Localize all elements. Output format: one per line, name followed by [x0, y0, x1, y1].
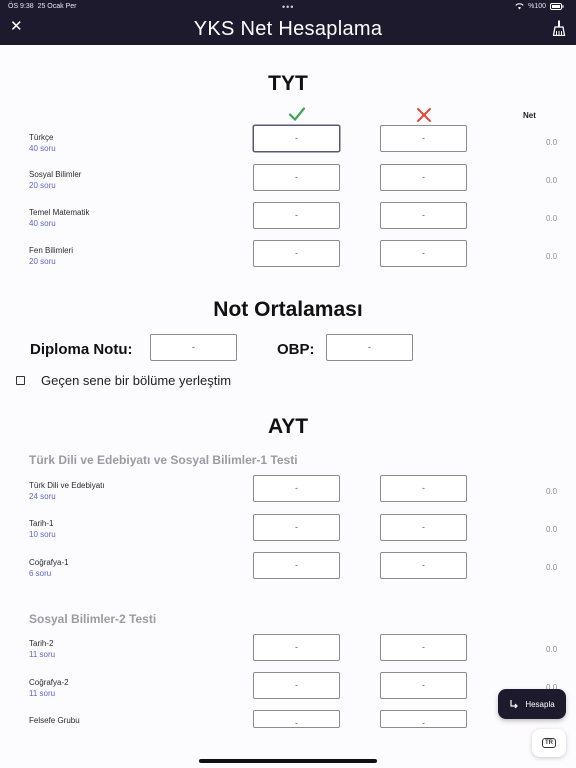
row-sub-tde: 24 soru: [29, 492, 56, 501]
row-sub-cografya2: 11 soru: [29, 689, 56, 698]
row-label-sosyal: Sosyal Bilimler: [29, 170, 82, 179]
diploma-label: Diploma Notu:: [30, 341, 133, 358]
group-title-tde-sb1: Türk Dili ve Edebiyatı ve Sosyal Bilimle…: [29, 453, 298, 467]
tde-correct-input[interactable]: -: [253, 475, 340, 502]
obp-input[interactable]: -: [326, 334, 413, 361]
row-sub-matematik: 40 soru: [29, 219, 56, 228]
cografya1-net-value: 0.0: [546, 563, 558, 572]
placed-last-year-label[interactable]: Geçen sene bir bölüme yerleştim: [41, 373, 231, 388]
tarih1-wrong-input[interactable]: -: [380, 514, 467, 541]
calculate-button[interactable]: Hesapla: [498, 689, 566, 719]
row-sub-tarih1: 10 soru: [29, 530, 56, 539]
tarih2-wrong-input[interactable]: -: [380, 634, 467, 661]
cografya1-wrong-input[interactable]: -: [380, 552, 467, 579]
row-sub-turkce: 40 soru: [29, 144, 56, 153]
net-column-header: Net: [523, 111, 536, 120]
status-time: ÖS 9:38 25 Ocak Per: [8, 3, 77, 10]
check-icon: [288, 107, 306, 122]
app-header: ÖS 9:38 25 Ocak Per ••• %100 ✕ YKS Net H…: [0, 0, 576, 45]
row-label-fen: Fen Bilimleri: [29, 246, 74, 255]
row-label-tarih1: Tarih-1: [29, 519, 54, 528]
home-indicator[interactable]: [199, 759, 377, 763]
tarih1-net-value: 0.0: [546, 525, 558, 534]
fen-correct-input[interactable]: -: [253, 240, 340, 267]
turn-arrow-icon: [510, 700, 519, 709]
tde-wrong-input[interactable]: -: [380, 475, 467, 502]
wifi-icon: [515, 3, 524, 10]
row-sub-cografya1: 6 soru: [29, 569, 52, 578]
row-sub-tarih2: 11 soru: [29, 650, 56, 659]
cross-icon: [417, 108, 431, 122]
fen-net-value: 0.0: [546, 252, 558, 261]
obp-label: OBP:: [277, 341, 315, 358]
row-sub-sosyal: 20 soru: [29, 181, 56, 190]
matematik-net-value: 0.0: [546, 214, 558, 223]
diploma-input[interactable]: -: [150, 334, 237, 361]
turkce-wrong-input[interactable]: -: [380, 125, 467, 152]
tarih1-correct-input[interactable]: -: [253, 514, 340, 541]
row-label-turkce: Türkçe: [29, 133, 54, 142]
cografya2-wrong-input[interactable]: -: [380, 672, 467, 699]
battery-icon: [550, 3, 564, 10]
status-right: %100: [515, 3, 564, 10]
row-label-tarih2: Tarih-2: [29, 639, 54, 648]
tde-net-value: 0.0: [546, 487, 558, 496]
fen-wrong-input[interactable]: -: [380, 240, 467, 267]
group-title-sb2: Sosyal Bilimler-2 Testi: [29, 612, 157, 626]
cografya2-correct-input[interactable]: -: [253, 672, 340, 699]
placed-last-year-checkbox[interactable]: [16, 376, 25, 385]
row-label-tde: Türk Dili ve Edebiyatı: [29, 481, 105, 490]
language-icon: TR: [542, 738, 556, 748]
matematik-correct-input[interactable]: -: [253, 202, 340, 229]
multitask-dots[interactable]: •••: [282, 2, 294, 12]
row-label-cografya2: Coğrafya-2: [29, 678, 69, 687]
sosyal-correct-input[interactable]: -: [253, 164, 340, 191]
tyt-title: TYT: [268, 72, 308, 95]
page-title: YKS Net Hesaplama: [193, 18, 383, 40]
language-button[interactable]: TR: [532, 729, 566, 757]
felsefe-correct-input[interactable]: -: [253, 710, 340, 728]
ayt-title: AYT: [267, 415, 309, 438]
row-label-matematik: Temel Matematik: [29, 208, 90, 217]
row-label-felsefe: Felsefe Grubu: [29, 716, 80, 725]
broom-icon[interactable]: [552, 20, 566, 36]
felsefe-wrong-input[interactable]: -: [380, 710, 467, 728]
calculate-label: Hesapla: [525, 699, 555, 709]
battery-percent: %100: [528, 3, 546, 10]
row-label-cografya1: Coğrafya-1: [29, 558, 69, 567]
row-sub-fen: 20 soru: [29, 257, 56, 266]
tarih2-net-value: 0.0: [546, 645, 558, 654]
sosyal-net-value: 0.0: [546, 176, 558, 185]
cografya1-correct-input[interactable]: -: [253, 552, 340, 579]
sosyal-wrong-input[interactable]: -: [380, 164, 467, 191]
turkce-correct-input[interactable]: -: [253, 125, 340, 152]
tarih2-correct-input[interactable]: -: [253, 634, 340, 661]
not-ortalamasi-title: Not Ortalaması: [213, 298, 363, 321]
matematik-wrong-input[interactable]: -: [380, 202, 467, 229]
turkce-net-value: 0.0: [546, 138, 558, 147]
